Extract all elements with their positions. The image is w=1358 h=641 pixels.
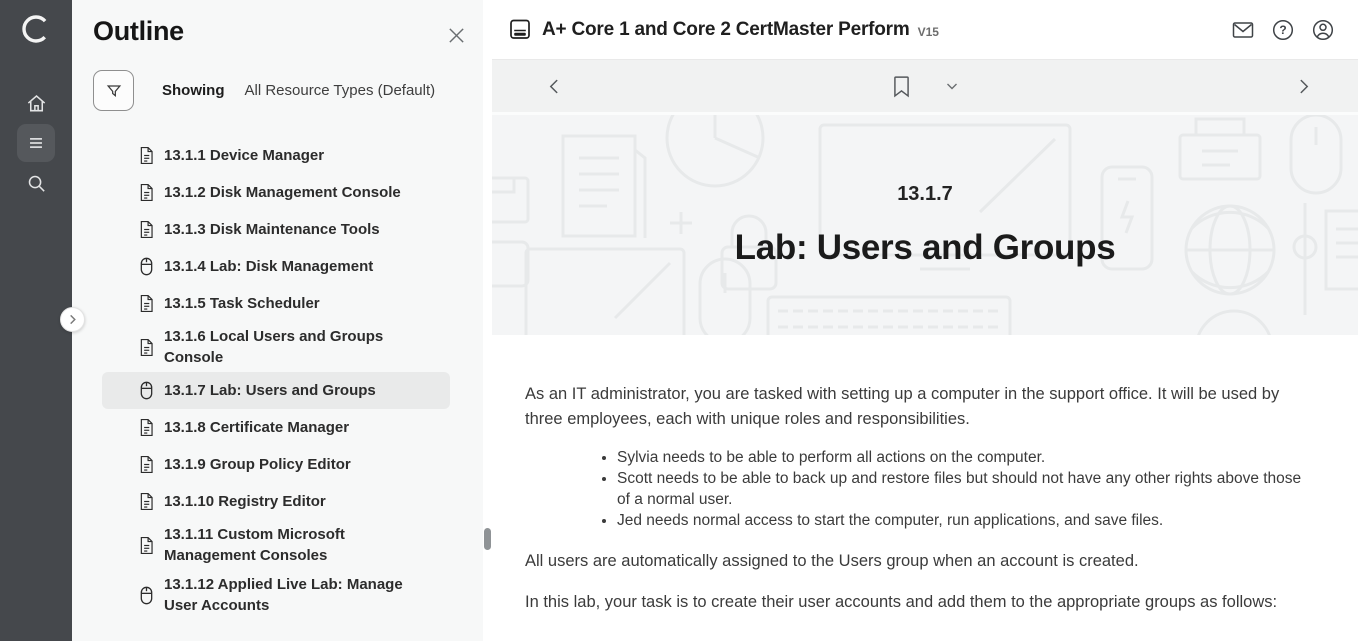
bookmark-button[interactable] xyxy=(886,69,917,104)
mouse-lab-icon xyxy=(137,586,155,605)
home-icon xyxy=(25,92,48,115)
outline-list-item[interactable]: 13.1.12 Applied Live Lab: Manage User Ac… xyxy=(102,570,450,620)
pattern-clock-icon xyxy=(1192,307,1276,335)
pattern-pie-chart-icon xyxy=(660,112,770,193)
course-version-badge: V15 xyxy=(918,25,939,39)
filter-funnel-icon xyxy=(104,81,124,101)
outline-item-label: 13.1.10 Registry Editor xyxy=(164,491,326,512)
lesson-body: As an IT administrator, you are tasked w… xyxy=(492,335,1358,615)
app-window: Outline Showing All Resource Types (Defa… xyxy=(0,0,1358,641)
chevron-down-icon xyxy=(945,79,959,93)
outline-item-label: 13.1.2 Disk Management Console xyxy=(164,182,401,203)
pattern-globe-icon xyxy=(1180,200,1280,300)
lesson-toolbar xyxy=(492,60,1358,112)
outline-title: Outline xyxy=(93,16,184,47)
account-button[interactable] xyxy=(1306,13,1340,47)
document-icon xyxy=(137,418,155,437)
outline-item-label: 13.1.9 Group Policy Editor xyxy=(164,454,351,475)
close-icon xyxy=(447,26,466,45)
outline-scrollbar-thumb[interactable] xyxy=(484,528,491,550)
help-icon: ? xyxy=(1271,18,1295,42)
outline-list-item[interactable]: 13.1.9 Group Policy Editor xyxy=(102,446,450,483)
sidebar-search-button[interactable] xyxy=(17,164,55,202)
outline-list-item[interactable]: 13.1.7 Lab: Users and Groups xyxy=(102,372,450,409)
pattern-document-icon xyxy=(555,130,650,245)
outline-close-button[interactable] xyxy=(447,26,466,45)
outline-list-item[interactable]: 13.1.2 Disk Management Console xyxy=(102,174,450,211)
chevron-right-icon xyxy=(67,314,78,325)
outline-list-item[interactable]: 13.1.10 Registry Editor xyxy=(102,483,450,520)
lesson-groups-paragraph: All users are automatically assigned to … xyxy=(525,549,1308,574)
main-area: A+ Core 1 and Core 2 CertMaster Perform … xyxy=(492,0,1358,641)
comptia-c-icon xyxy=(20,13,52,45)
pattern-printer-icon xyxy=(1174,117,1266,197)
outline-list: 13.1.1 Device Manager 13.1.2 Di xyxy=(72,137,492,620)
outline-item-label: 13.1.8 Certificate Manager xyxy=(164,417,349,438)
pattern-monitor-icon xyxy=(520,243,690,335)
requirement-item: Sylvia needs to be able to perform all a… xyxy=(617,447,1307,468)
sidebar-home-button[interactable] xyxy=(17,84,55,122)
document-icon xyxy=(137,338,155,357)
outline-menu-icon xyxy=(25,132,47,154)
outline-list-item[interactable]: 13.1.11 Custom Microsoft Management Cons… xyxy=(102,520,450,570)
outline-item-label: 13.1.1 Device Manager xyxy=(164,145,324,166)
document-icon xyxy=(137,455,155,474)
comptia-logo xyxy=(19,12,53,46)
outline-list-item[interactable]: 13.1.4 Lab: Disk Management xyxy=(102,248,450,285)
course-header: A+ Core 1 and Core 2 CertMaster Perform … xyxy=(492,0,1358,60)
outline-item-label: 13.1.12 Applied Live Lab: Manage User Ac… xyxy=(164,574,426,616)
lesson-requirements-list: Sylvia needs to be able to perform all a… xyxy=(525,447,1308,531)
filter-button[interactable] xyxy=(93,70,134,111)
document-icon xyxy=(137,220,155,239)
lesson-content: 13.1.7 Lab: Users and Groups As an IT ad… xyxy=(492,112,1358,641)
document-icon xyxy=(137,183,155,202)
panel-expand-button[interactable] xyxy=(60,307,85,332)
outline-list-item[interactable]: 13.1.5 Task Scheduler xyxy=(102,285,450,322)
pattern-document-icon xyxy=(1322,203,1358,293)
pattern-mouse-icon xyxy=(1287,112,1345,195)
outline-panel: Outline Showing All Resource Types (Defa… xyxy=(72,0,492,641)
outline-list-item[interactable]: 13.1.3 Disk Maintenance Tools xyxy=(102,211,450,248)
document-icon xyxy=(137,536,155,555)
outline-item-label: 13.1.7 Lab: Users and Groups xyxy=(164,380,376,401)
outline-list-item[interactable]: 13.1.8 Certificate Manager xyxy=(102,409,450,446)
filter-showing-label: Showing xyxy=(162,82,225,99)
outline-list-item[interactable]: 13.1.1 Device Manager xyxy=(102,137,450,174)
search-icon xyxy=(25,172,48,195)
outline-item-label: 13.1.6 Local Users and Groups Console xyxy=(164,326,426,368)
pattern-plus-icon xyxy=(668,210,694,236)
outline-item-label: 13.1.11 Custom Microsoft Management Cons… xyxy=(164,524,426,566)
requirement-item: Jed needs normal access to start the com… xyxy=(617,510,1307,531)
sidebar-outline-button[interactable] xyxy=(17,124,55,162)
book-icon xyxy=(508,18,532,42)
document-icon xyxy=(137,294,155,313)
svg-text:?: ? xyxy=(1279,23,1286,37)
lesson-task-paragraph: In this lab, your task is to create thei… xyxy=(525,590,1308,615)
bookmark-menu-button[interactable] xyxy=(939,73,965,99)
lesson-intro-paragraph: As an IT administrator, you are tasked w… xyxy=(525,382,1308,432)
document-icon xyxy=(137,146,155,165)
help-button[interactable]: ? xyxy=(1266,13,1300,47)
document-icon xyxy=(137,492,155,511)
outline-item-label: 13.1.3 Disk Maintenance Tools xyxy=(164,219,380,240)
pattern-slider-icon xyxy=(1290,199,1320,319)
lesson-hero-banner: 13.1.7 Lab: Users and Groups xyxy=(492,112,1358,335)
filter-value: All Resource Types (Default) xyxy=(245,82,436,99)
messages-button[interactable] xyxy=(1226,13,1260,47)
pattern-keyboard-icon xyxy=(764,293,1014,335)
account-icon xyxy=(1311,18,1335,42)
outline-scrollbar-track xyxy=(483,0,492,641)
outline-list-item[interactable]: 13.1.6 Local Users and Groups Console xyxy=(102,322,450,372)
outline-item-label: 13.1.4 Lab: Disk Management xyxy=(164,256,373,277)
mouse-lab-icon xyxy=(137,257,155,276)
requirement-item: Scott needs to be able to back up and re… xyxy=(617,468,1307,510)
mail-icon xyxy=(1231,18,1255,42)
mouse-lab-icon xyxy=(137,381,155,400)
course-title: A+ Core 1 and Core 2 CertMaster Perform xyxy=(542,19,910,41)
lesson-number: 13.1.7 xyxy=(897,183,953,206)
outline-item-label: 13.1.5 Task Scheduler xyxy=(164,293,320,314)
bookmark-icon xyxy=(892,75,911,98)
lesson-title: Lab: Users and Groups xyxy=(735,228,1116,268)
